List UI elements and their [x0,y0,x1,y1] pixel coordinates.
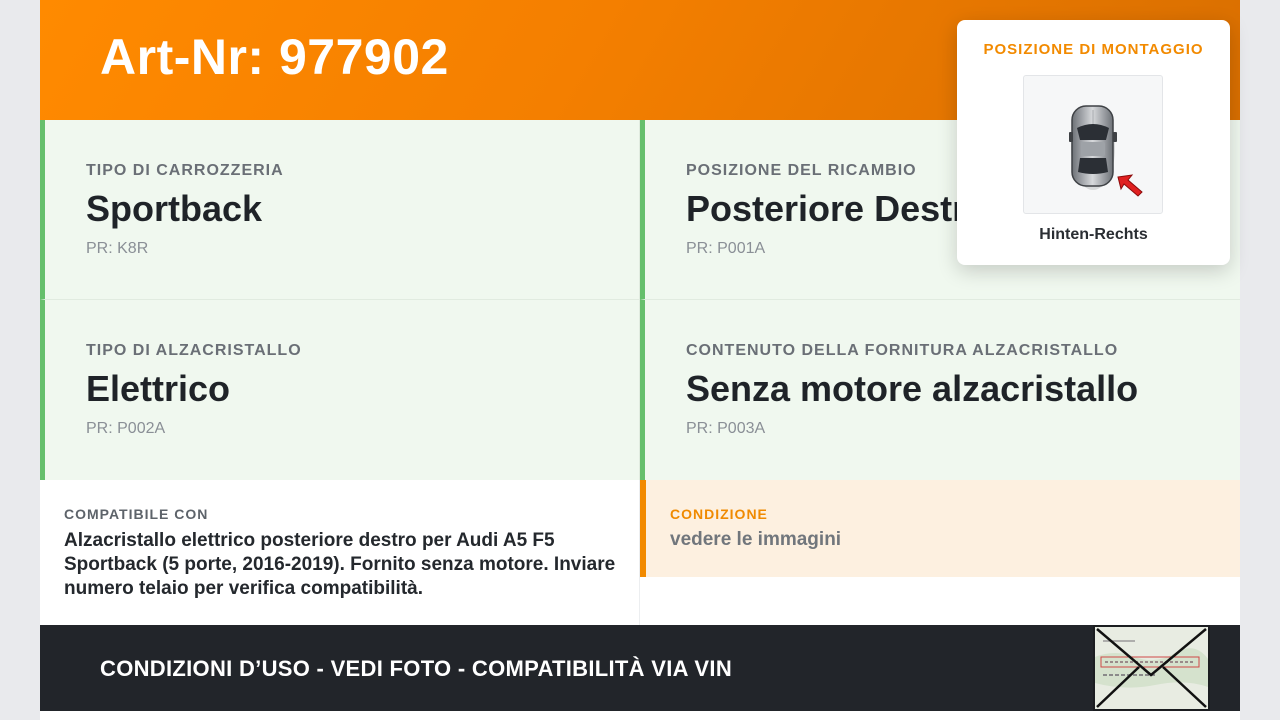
condition-section: CONDIZIONE vedere le immagini [640,480,1240,577]
attribute-value: Sportback [86,188,263,229]
attribute-value: Elettrico [86,368,231,409]
footer-text: CONDIZIONI D’USO - VEDI FOTO - COMPATIBI… [100,656,733,681]
position-arrow-icon [1117,174,1143,197]
mounting-caption: Hinten-Rechts [1039,226,1148,243]
attribute-pr-code: PR: P002A [86,420,166,437]
attribute-pr-code: PR: P003A [686,420,766,437]
mounting-image [1023,75,1163,214]
attribute-window-regulator-type: TIPO DI ALZACRISTALLO Elettrico PR: P002… [40,300,640,480]
attribute-label: POSIZIONE DEL RICAMBIO [686,162,917,179]
attribute-pr-code: PR: P001A [686,240,766,257]
attribute-pr-code: PR: K8R [86,240,149,257]
attribute-label: TIPO DI ALZACRISTALLO [86,342,302,359]
compatibility-label: COMPATIBILE CON [64,506,209,522]
attribute-value: Senza motore alzacristallo [686,368,1139,409]
attribute-label: TIPO DI CARROZZERIA [86,162,284,179]
condition-text: vedere le immagini [670,529,842,550]
compatibility-section: COMPATIBILE CON Alzacristallo elettrico … [40,480,640,625]
footer-bar: CONDIZIONI D’USO - VEDI FOTO - COMPATIBI… [40,625,1240,711]
condition-label: CONDIZIONE [670,506,768,522]
compatibility-text: Alzacristallo elettrico posteriore destr… [64,530,616,599]
article-number: Art-Nr: 977902 [100,29,449,85]
attribute-label: CONTENUTO DELLA FORNITURA ALZACRISTALLO [686,342,1119,359]
attribute-delivery-content: CONTENUTO DELLA FORNITURA ALZACRISTALLO … [640,300,1240,480]
mounting-position-popup: POSIZIONE DI MONTAGGIO Hinten-Rechts [957,20,1230,265]
attribute-body-type: TIPO DI CARROZZERIA Sportback PR: K8R [40,120,640,300]
envelope-document-icon [1093,625,1210,711]
attribute-value: Posteriore Destro [686,188,989,229]
mounting-title: POSIZIONE DI MONTAGGIO [983,41,1204,58]
